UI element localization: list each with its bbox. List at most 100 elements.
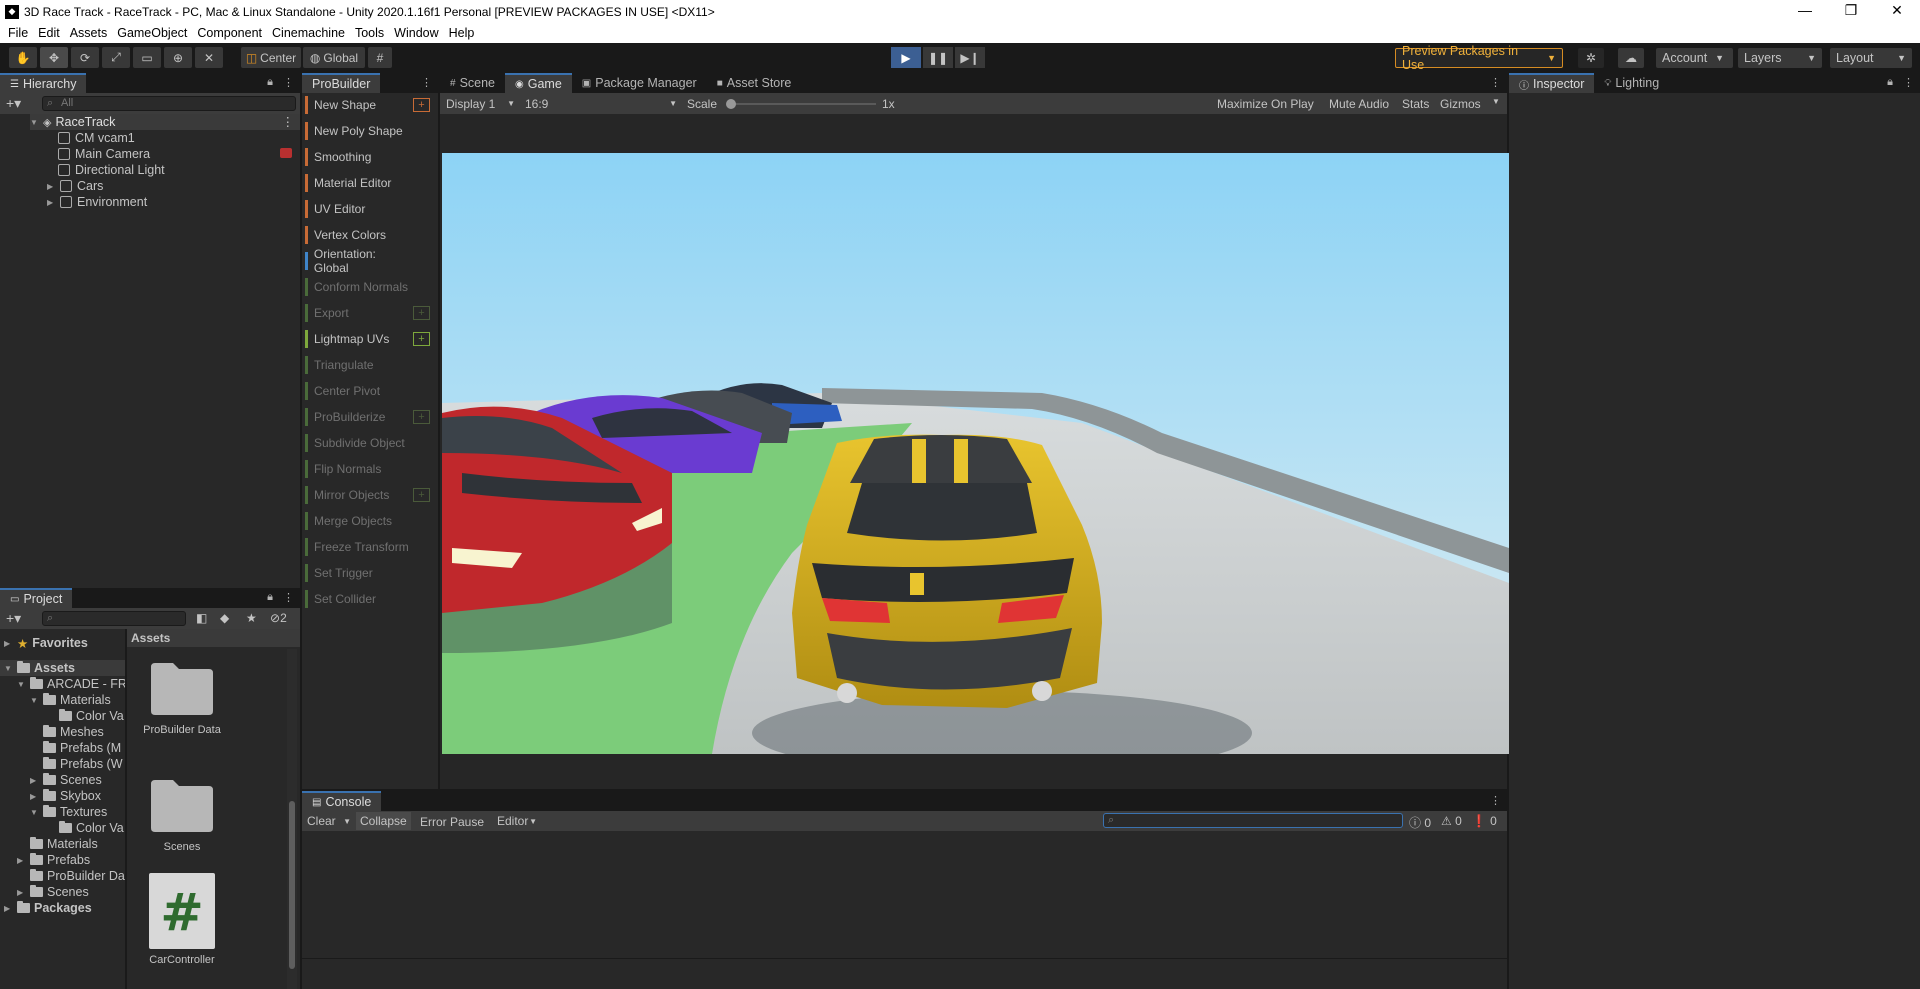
tree-item[interactable]: Color Va (59, 820, 124, 836)
play-button[interactable]: ▶ (891, 47, 921, 68)
menu-file[interactable]: File (3, 26, 33, 40)
search-by-type-icon[interactable]: ◧ (196, 611, 207, 625)
probuilder-tool-item[interactable]: UV Editor (305, 199, 409, 219)
expand-arrow-icon[interactable]: ▶ (47, 198, 57, 207)
tab-package-manager[interactable]: ▣ Package Manager (572, 73, 707, 93)
lock-icon[interactable]: 🔒︎ (267, 591, 273, 604)
error-counter[interactable]: ❗ 0 (1472, 814, 1497, 831)
tab-game[interactable]: ◉ Game (505, 73, 572, 93)
editor-dropdown[interactable]: Editor ▼ (494, 813, 540, 829)
more-menu-icon[interactable]: ⋮ (283, 591, 294, 604)
tree-item[interactable]: ▶ Prefabs (17, 852, 90, 868)
probuilder-tool-item[interactable]: Freeze Transform (305, 537, 409, 557)
pause-button[interactable]: ❚❚ (923, 47, 953, 68)
clear-dropdown[interactable]: Clear ▼ (304, 813, 354, 829)
scale-tool-icon[interactable]: ⤢ (102, 47, 130, 68)
expand-arrow-icon[interactable]: ▶ (30, 792, 40, 801)
stats-toggle[interactable]: Stats (1402, 97, 1429, 111)
cloud-icon[interactable]: ☁ (1618, 48, 1644, 68)
rect-tool-icon[interactable]: ▭ (133, 47, 161, 68)
breadcrumb[interactable]: Assets (127, 629, 300, 647)
options-plus-icon[interactable]: + (413, 332, 430, 346)
game-render[interactable] (442, 153, 1509, 754)
probuilder-tool-item[interactable]: Mirror Objects (305, 485, 409, 505)
menu-help[interactable]: Help (444, 26, 480, 40)
more-menu-icon[interactable]: ⋮ (283, 76, 294, 89)
expand-arrow-icon[interactable]: ▶ (17, 856, 27, 865)
layout-dropdown[interactable]: Layout ▼ (1830, 48, 1912, 68)
hand-tool-icon[interactable]: ✋ (9, 47, 37, 68)
tree-item[interactable]: Prefabs (W (43, 756, 123, 772)
maximize-button[interactable]: ❐ (1828, 0, 1874, 23)
probuilder-tool-item[interactable]: ProBuilderize (305, 407, 409, 427)
tab-console[interactable]: ▤ Console (302, 791, 382, 811)
asset-folder[interactable]: ProBuilder Data (127, 661, 237, 736)
expand-arrow-icon[interactable]: ▶ (4, 904, 14, 913)
probuilder-tool-item[interactable]: Vertex Colors (305, 225, 409, 245)
tree-item[interactable]: ▶ Packages (4, 900, 92, 916)
chevron-down-icon[interactable]: ▼ (1492, 97, 1500, 106)
lock-icon[interactable]: 🔒︎ (267, 76, 273, 89)
rotate-tool-icon[interactable]: ⟳ (71, 47, 99, 68)
favorites-row[interactable]: ▶ ★ Favorites (4, 635, 88, 651)
transform-tool-icon[interactable]: ⊕ (164, 47, 192, 68)
probuilder-tool-item[interactable]: Triangulate (305, 355, 409, 375)
maximize-on-play-toggle[interactable]: Maximize On Play (1217, 97, 1314, 111)
list-item[interactable]: Directional Light (58, 162, 165, 178)
probuilder-tool-item[interactable]: Orientation: Global (305, 247, 409, 275)
asset-script[interactable]: # CarController (127, 873, 237, 966)
expand-arrow-icon[interactable]: ▼ (17, 680, 27, 689)
console-search-input[interactable]: ⌕ (1103, 813, 1403, 828)
log-counter[interactable]: ⓘ 0 (1409, 814, 1431, 831)
expand-arrow-icon[interactable]: ▶ (30, 776, 40, 785)
hidden-packages-icon[interactable]: ⊘2 (270, 611, 287, 625)
expand-arrow-icon[interactable]: ▶ (17, 888, 27, 897)
hierarchy-search-input[interactable]: ⌕ All (42, 96, 296, 111)
collab-icon[interactable]: ✲ (1578, 48, 1604, 68)
tab-hierarchy[interactable]: ☰ Hierarchy (0, 73, 87, 93)
menu-tools[interactable]: Tools (350, 26, 389, 40)
assets-root-row[interactable]: ▼ Assets (0, 660, 125, 676)
tree-item[interactable]: ProBuilder Da (30, 868, 125, 884)
tab-lighting[interactable]: 💡︎ Lighting (1594, 73, 1669, 93)
lock-icon[interactable]: 🔒︎ (1887, 76, 1893, 89)
probuilder-tool-item[interactable]: Center Pivot (305, 381, 409, 401)
options-plus-icon[interactable]: + (413, 306, 430, 320)
probuilder-tool-item[interactable]: Subdivide Object (305, 433, 409, 453)
tree-item[interactable]: Meshes (43, 724, 104, 740)
menu-window[interactable]: Window (389, 26, 443, 40)
menu-component[interactable]: Component (192, 26, 267, 40)
tree-item[interactable]: Color Va (59, 708, 124, 724)
probuilder-tool-item[interactable]: Lightmap UVs (305, 329, 409, 349)
list-item[interactable]: CM vcam1 (58, 130, 135, 146)
tree-item[interactable]: ▼ Textures (30, 804, 107, 820)
list-item[interactable]: Main Camera (58, 146, 300, 162)
more-menu-icon[interactable]: ⋮ (1903, 76, 1914, 89)
tree-item[interactable]: ▶ Skybox (30, 788, 101, 804)
mute-audio-toggle[interactable]: Mute Audio (1329, 97, 1389, 111)
layers-dropdown[interactable]: Layers ▼ (1738, 48, 1822, 68)
pivot-mode-button[interactable]: ◫ Center (241, 47, 301, 68)
menu-assets[interactable]: Assets (65, 26, 113, 40)
options-plus-icon[interactable]: + (413, 488, 430, 502)
display-dropdown[interactable]: Display 1 ▼ (442, 95, 519, 112)
grid-snap-icon[interactable]: # (368, 47, 392, 68)
preview-packages-button[interactable]: Preview Packages in Use ▼ (1395, 44, 1563, 72)
probuilder-tool-item[interactable]: Export (305, 303, 409, 323)
aspect-dropdown[interactable]: 16:9 ▼ (521, 95, 681, 112)
probuilder-tool-item[interactable]: Set Trigger (305, 563, 409, 583)
tree-item[interactable]: ▼ Materials (30, 692, 111, 708)
expand-arrow-icon[interactable]: ▶ (47, 182, 57, 191)
project-search-input[interactable]: ⌕ (42, 611, 186, 626)
probuilder-tool-item[interactable]: Material Editor (305, 173, 409, 193)
tab-project[interactable]: ▭ Project (0, 588, 73, 608)
error-pause-toggle[interactable]: Error Pause (420, 815, 484, 829)
more-menu-icon[interactable]: ⋮ (421, 76, 432, 89)
probuilder-tool-item[interactable]: New Shape (305, 95, 409, 115)
expand-arrow-icon[interactable]: ▼ (30, 118, 40, 127)
probuilder-tool-item[interactable]: New Poly Shape (305, 121, 409, 141)
warning-counter[interactable]: ⚠ 0 (1441, 814, 1462, 831)
scale-slider[interactable] (726, 99, 876, 109)
move-tool-icon[interactable]: ✥ (40, 47, 68, 68)
probuilder-tool-item[interactable]: Merge Objects (305, 511, 409, 531)
